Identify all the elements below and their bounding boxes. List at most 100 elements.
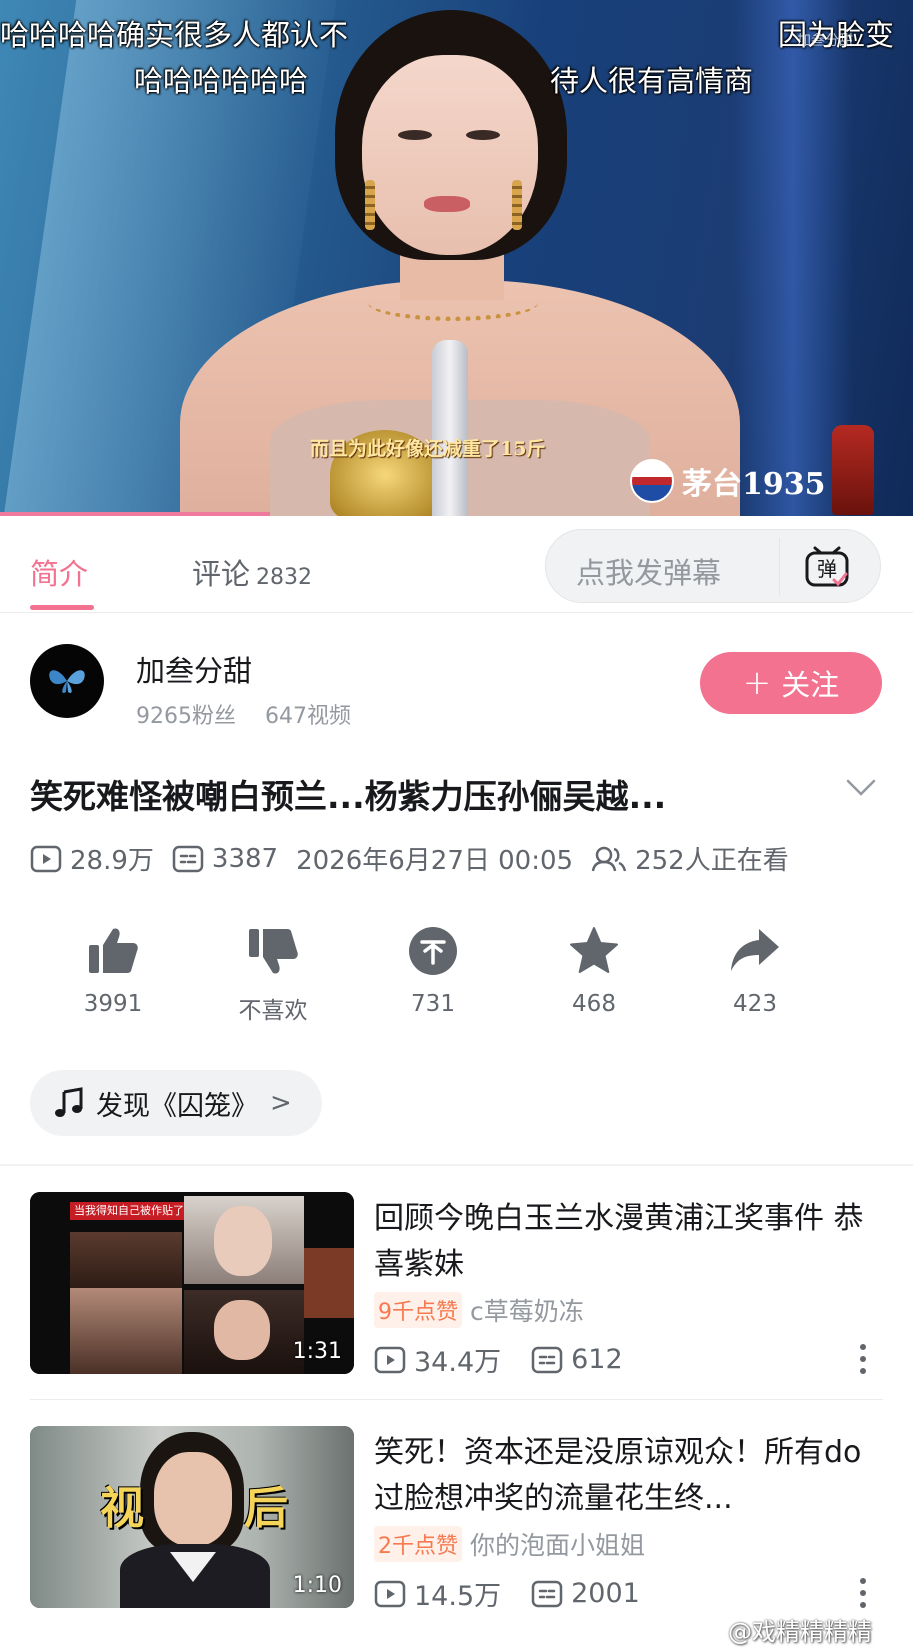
music-note-icon: [55, 1087, 83, 1117]
play-count-icon: [374, 1346, 406, 1373]
like-count: 3991: [83, 991, 143, 1017]
danmaku-count-icon: [531, 1346, 563, 1373]
thumbs-down-icon: [249, 929, 298, 974]
danmaku-count: 2001: [571, 1578, 640, 1609]
like-badge: 9千点赞: [374, 1292, 462, 1328]
tab-active-indicator: [30, 605, 94, 610]
viewers-icon: [591, 846, 627, 871]
watching-count: 252人正在看: [635, 846, 789, 876]
video-stats: 28.9万 3387 2026年6月27日 00:05 252人正在看: [30, 840, 807, 877]
microphone: [432, 340, 468, 516]
video-title: 笑死难怪被嘲白预兰...杨紫力压孙俪吴越...: [30, 777, 667, 816]
danmaku-stat: 612: [531, 1344, 623, 1375]
share-icon: [731, 929, 779, 971]
presenter-eye: [466, 130, 500, 140]
chevron-right-icon: >: [270, 1088, 292, 1118]
detail-tabbar: 简介 评论 2832 点我发弹幕 弹: [0, 517, 913, 613]
danmaku-input[interactable]: 点我发弹幕 弹: [545, 529, 881, 603]
related-video-stats: 34.4万 612: [374, 1340, 653, 1379]
related-video-card[interactable]: 视 后 1:10 笑死！资本还是没原谅观众！所有do过脸想冲奖的流量花生终...…: [0, 1426, 913, 1626]
star-icon: [570, 927, 618, 973]
share-button[interactable]: 423: [690, 925, 820, 1017]
sponsor-logo: 茅台1935: [630, 458, 826, 504]
danmaku-stat: 3387: [172, 844, 278, 874]
uploader-name[interactable]: 加叁分甜: [136, 648, 252, 690]
danmaku-count: 3387: [211, 843, 279, 874]
view-stat: 34.4万: [374, 1340, 501, 1379]
video-count: 647视频: [265, 704, 351, 729]
related-uploader[interactable]: 你的泡面小姐姐: [470, 1526, 645, 1562]
avatar[interactable]: [30, 644, 104, 718]
related-uploader[interactable]: c草莓奶冻: [470, 1292, 584, 1328]
coin-button[interactable]: 731: [368, 925, 498, 1017]
butterfly-icon: [49, 670, 85, 693]
danmaku-settings-icon[interactable]: 弹: [804, 544, 850, 590]
dislike-label: 不喜欢: [238, 998, 308, 1024]
danmaku-count-icon: [531, 1580, 563, 1607]
plus-icon: +: [742, 663, 772, 703]
related-video-stats: 14.5万 2001: [374, 1574, 670, 1613]
progress-bar[interactable]: [0, 512, 270, 516]
tab-intro[interactable]: 简介: [30, 551, 88, 593]
video-player[interactable]: 哈哈哈哈确实很多人都认不 因为脸变 哈哈哈哈哈哈 待人很有高情商 加叁分甜 而且…: [0, 0, 913, 516]
earring: [365, 180, 375, 230]
dislike-button[interactable]: 不喜欢: [208, 925, 338, 1025]
like-button[interactable]: 3991: [48, 925, 178, 1017]
like-badge: 2千点赞: [374, 1526, 462, 1562]
video-duration: 1:31: [292, 1339, 342, 1364]
divider: [779, 538, 780, 596]
presenter-eye: [398, 130, 432, 140]
uploader-meta: 9265粉丝 647视频: [136, 698, 373, 730]
card-divider: [30, 1399, 883, 1400]
share-count: 423: [733, 991, 777, 1017]
music-chip[interactable]: 发现《囚笼》 >: [30, 1070, 322, 1136]
tab-comments[interactable]: 评论 2832: [192, 551, 312, 593]
view-stat: 14.5万: [374, 1574, 501, 1613]
action-bar: 3991 不喜欢 731 468 423: [0, 925, 913, 1035]
video-thumbnail[interactable]: 当我得知自己被作贴了bybike: 1:31: [30, 1192, 354, 1374]
favorite-button[interactable]: 468: [529, 925, 659, 1017]
sponsor-bottle: [832, 425, 874, 515]
follow-button[interactable]: + 关注: [700, 652, 882, 714]
thumbnail-text: 视: [100, 1483, 144, 1534]
play-count-icon: [30, 845, 62, 872]
view-count: 14.5万: [414, 1581, 502, 1612]
image-watermark: @戏精精精精: [728, 1618, 872, 1646]
necklace: [368, 285, 538, 321]
favorite-count: 468: [572, 991, 616, 1017]
play-count-icon: [374, 1580, 406, 1607]
view-count: 28.9万: [70, 846, 154, 876]
related-video-title[interactable]: 笑死！资本还是没原谅观众！所有do过脸想冲奖的流量花生终...: [374, 1430, 884, 1522]
coin-icon: [409, 927, 457, 975]
related-video-meta: 2千点赞 你的泡面小姐姐: [374, 1526, 645, 1562]
coin-count: 731: [411, 991, 455, 1017]
danmaku-icon-text: 弹: [817, 557, 837, 581]
chevron-down-icon[interactable]: [846, 778, 876, 798]
danmaku-placeholder: 点我发弹幕: [576, 556, 722, 590]
danmaku-comment: 哈哈哈哈哈哈: [134, 64, 309, 98]
more-vertical-icon[interactable]: [858, 1576, 868, 1610]
sponsor-emblem-icon: [630, 459, 674, 503]
follow-label: 关注: [781, 668, 840, 702]
publish-date: 2026年6月27日 00:05: [296, 846, 574, 876]
related-video-card[interactable]: 当我得知自己被作贴了bybike: 1:31 回顾今晚白玉兰水漫黄浦江奖事件 恭…: [0, 1192, 913, 1392]
video-duration: 1:10: [292, 1573, 342, 1598]
follower-count: 9265粉丝: [136, 704, 236, 729]
section-divider: [0, 1164, 913, 1166]
related-video-meta: 9千点赞 c草莓奶冻: [374, 1292, 584, 1328]
view-stat: 28.9万: [30, 840, 154, 877]
earring: [512, 180, 522, 230]
view-count: 34.4万: [414, 1347, 502, 1378]
sponsor-text: 茅台1935: [682, 467, 826, 502]
watching-stat: 252人正在看: [591, 840, 789, 877]
danmaku-count-icon: [172, 845, 204, 872]
related-video-title[interactable]: 回顾今晚白玉兰水漫黄浦江奖事件 恭喜紫妹: [374, 1196, 884, 1288]
tab-comments-label: 评论: [192, 557, 251, 591]
presenter-lips: [424, 196, 470, 212]
danmaku-count: 612: [571, 1344, 623, 1375]
thumbs-up-icon: [89, 928, 138, 973]
video-watermark: 加叁分甜: [797, 33, 853, 49]
video-thumbnail[interactable]: 视 后 1:10: [30, 1426, 354, 1608]
video-subtitle: 而且为此好像还减重了15斤: [310, 438, 546, 460]
more-vertical-icon[interactable]: [858, 1342, 868, 1376]
